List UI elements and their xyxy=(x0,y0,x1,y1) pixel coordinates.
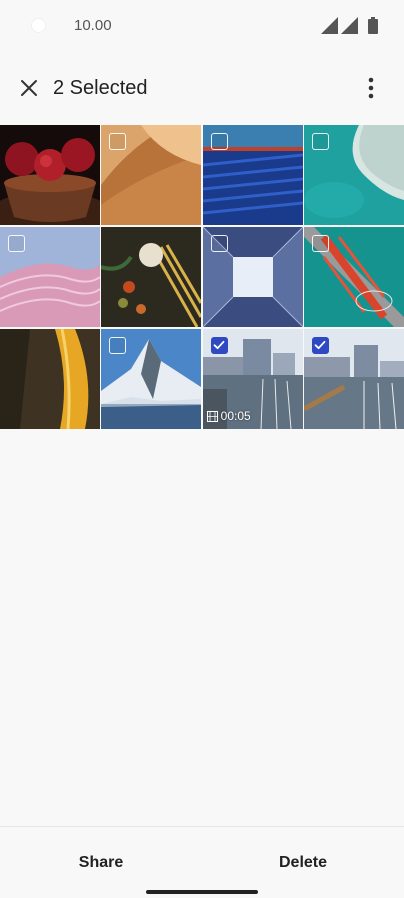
photo-thumbnail[interactable] xyxy=(0,329,100,429)
video-icon xyxy=(206,410,218,422)
select-checkbox[interactable] xyxy=(210,235,228,252)
photo-thumbnail[interactable] xyxy=(0,227,100,327)
signal-icon xyxy=(341,17,358,34)
select-checkbox[interactable] xyxy=(311,235,329,252)
select-checkbox[interactable] xyxy=(311,337,329,354)
photo-thumbnail[interactable] xyxy=(202,227,303,327)
photo-grid: 00:05 xyxy=(0,125,404,429)
video-duration-label: 00:05 xyxy=(220,409,251,423)
checkmark-icon xyxy=(213,340,225,350)
close-button[interactable] xyxy=(12,71,46,105)
status-time: 10.00 xyxy=(74,17,112,34)
selection-count-title: 2 Selected xyxy=(53,77,148,99)
more-vertical-icon xyxy=(368,77,374,99)
golden-waterfall-image xyxy=(0,329,100,429)
camera-cutout-icon xyxy=(31,18,46,33)
photo-thumbnail[interactable] xyxy=(303,227,404,327)
battery-icon xyxy=(368,17,378,34)
share-button[interactable]: Share xyxy=(61,849,141,877)
garlic-still-life-image xyxy=(101,227,202,327)
home-indicator[interactable] xyxy=(146,890,258,894)
bottom-action-bar: Share Delete xyxy=(0,826,404,898)
status-bar: 10.00 xyxy=(0,0,404,52)
photo-thumbnail[interactable] xyxy=(101,329,202,429)
photo-thumbnail[interactable]: 00:05 xyxy=(202,329,303,429)
photo-thumbnail[interactable] xyxy=(202,125,303,225)
select-checkbox[interactable] xyxy=(109,133,127,150)
more-options-button[interactable] xyxy=(354,71,388,105)
pomegranate-image xyxy=(0,125,100,225)
checkmark-icon xyxy=(314,340,326,350)
photo-thumbnail[interactable] xyxy=(303,329,404,429)
select-checkbox[interactable] xyxy=(210,337,228,354)
select-checkbox[interactable] xyxy=(210,133,228,150)
photo-thumbnail[interactable] xyxy=(303,125,404,225)
photo-thumbnail[interactable] xyxy=(101,125,202,225)
app-bar: 2 Selected xyxy=(0,60,404,118)
video-duration: 00:05 xyxy=(206,409,251,423)
select-checkbox[interactable] xyxy=(109,337,127,354)
signal-icon xyxy=(321,17,338,34)
photo-thumbnail[interactable] xyxy=(0,125,100,225)
select-checkbox[interactable] xyxy=(311,133,329,150)
photo-thumbnail[interactable] xyxy=(101,227,202,327)
select-checkbox[interactable] xyxy=(8,235,25,252)
close-icon xyxy=(21,80,37,96)
delete-button[interactable]: Delete xyxy=(263,849,343,877)
